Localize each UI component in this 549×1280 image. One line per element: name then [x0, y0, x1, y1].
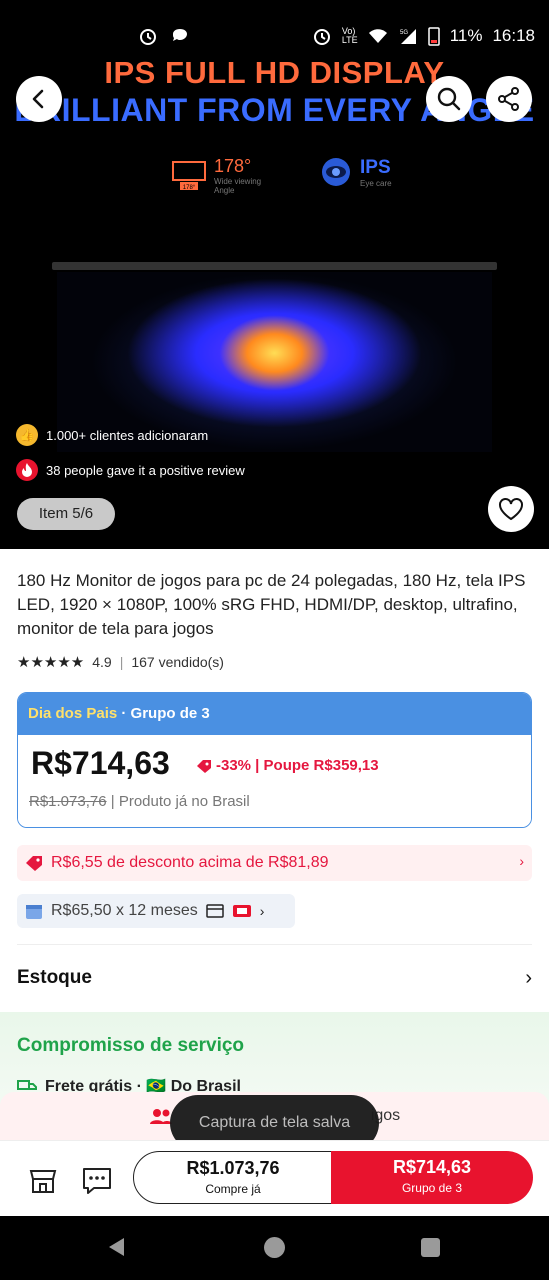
buy-now-label: Compre já [205, 1182, 261, 1196]
group-buy-label: Grupo de 3 [401, 1181, 463, 1195]
buy-now-price: R$1.073,76 [186, 1158, 280, 1178]
coupon-text: R$6,55 de desconto acima de R$81,89 [51, 854, 329, 871]
nav-back-button[interactable] [106, 1236, 128, 1258]
rating-value: 4.9 [92, 654, 112, 670]
status-right: Vo) LTE 5G 11% 16:18 [312, 26, 535, 46]
group-size: Grupo de 3 [130, 705, 210, 722]
store-icon [29, 1170, 57, 1193]
rating-row[interactable]: ★★★★★ 4.9 | 167 vendido(s) [17, 653, 224, 671]
flame-icon [16, 459, 38, 481]
current-price: R$714,63 [31, 745, 170, 781]
installments-row[interactable]: R$65,50 x 12 meses › [17, 894, 295, 928]
spec-viewing-angle: 178° 178° Wide viewing Angle [172, 156, 274, 195]
system-navigation-bar [0, 1216, 549, 1280]
store-button[interactable] [26, 1163, 60, 1197]
rating-separator: | [119, 654, 124, 670]
wishlist-button[interactable] [488, 486, 534, 532]
chevron-left-icon [32, 89, 44, 109]
group-buy-button[interactable]: R$714,63 Grupo de 3 [331, 1151, 533, 1204]
buy-now-button[interactable]: R$1.073,76 Compre já [133, 1151, 333, 1204]
back-triangle-icon [109, 1238, 124, 1256]
chat-button[interactable] [80, 1163, 114, 1197]
payment-wallet-icon [232, 905, 251, 917]
share-button[interactable] [486, 76, 532, 122]
discount-badge: -33% | Poupe R$359,13 [196, 757, 379, 774]
image-counter: Item 5/6 [17, 498, 115, 530]
app-notification-icon [170, 26, 190, 46]
signal-icon: 5G [398, 26, 418, 46]
price-body: R$714,63 -33% | Poupe R$359,13 R$1.073,7… [18, 735, 531, 827]
wifi-icon [368, 26, 388, 46]
nav-recents-button[interactable] [421, 1238, 440, 1257]
discount-text: -33% | Poupe R$359,13 [216, 757, 379, 774]
stock-row[interactable]: Estoque › [17, 962, 532, 994]
share-icon [498, 87, 519, 111]
installments-text: R$65,50 x 12 meses [51, 902, 198, 919]
service-title: Compromisso de serviço [17, 1035, 245, 1056]
group-buy-price: R$714,63 [392, 1157, 472, 1177]
nav-home-button[interactable] [264, 1237, 285, 1258]
coupon-row[interactable]: R$6,55 de desconto acima de R$81,89 › [17, 845, 532, 881]
chevron-right-icon: › [519, 853, 524, 869]
promo-name: Dia dos Pais [28, 705, 118, 722]
spec-ips: IPS Eye care [320, 156, 392, 188]
social-proof-added: 👍 1.000+ clientes adicionaram [16, 422, 208, 448]
alarm-icon [138, 26, 158, 46]
spec-angle-caption: Wide viewing Angle [214, 177, 262, 195]
calendar-icon [26, 905, 42, 919]
promo-separator: · [121, 705, 127, 722]
heart-icon [499, 498, 523, 521]
social-proof-reviews: 38 people gave it a positive review [16, 457, 245, 483]
price-card: Dia dos Pais · Grupo de 3 R$714,63 -33% … [17, 692, 532, 828]
monitor-bezel [52, 262, 497, 270]
tag-icon [197, 759, 211, 773]
back-button[interactable] [16, 76, 62, 122]
thumbs-up-icon: 👍 [16, 424, 38, 446]
product-title: 180 Hz Monitor de jogos para pc de 24 po… [17, 571, 526, 638]
spec-angle-value: 178° [214, 156, 252, 176]
search-button[interactable] [426, 76, 472, 122]
spec-ips-value: IPS [360, 156, 391, 178]
viewing-angle-icon: 178° [172, 160, 206, 191]
promo-header: Dia dos Pais · Grupo de 3 [18, 693, 531, 735]
original-price-line: R$1.073,76 | Produto já no Brasil [29, 793, 250, 810]
star-rating-icon: ★★★★★ [17, 654, 85, 671]
chevron-right-icon: › [259, 903, 265, 919]
social-proof-reviews-text: 38 people gave it a positive review [46, 462, 245, 478]
alarm-icon [312, 26, 332, 46]
card-icon [206, 904, 224, 918]
origin-note: | Produto já no Brasil [110, 793, 250, 810]
bottom-action-bar: R$1.073,76 Compre já R$714,63 Grupo de 3 [0, 1140, 549, 1216]
status-left [138, 26, 190, 46]
product-image-gallery[interactable]: Vo) LTE 5G 11% 16:18 IPS FULL HD DISPLAY … [0, 0, 549, 549]
coupon-tag-icon [26, 856, 42, 871]
battery-percent: 11% [449, 26, 483, 45]
svg-text:5G: 5G [400, 30, 408, 36]
chat-icon [83, 1168, 111, 1194]
spec-ips-caption: Eye care [360, 178, 392, 188]
svg-text:178°: 178° [183, 185, 196, 191]
chevron-right-icon: › [525, 966, 532, 989]
eye-icon [322, 158, 350, 186]
social-proof-added-text: 1.000+ clientes adicionaram [46, 427, 209, 443]
divider [17, 944, 532, 945]
stock-label: Estoque [17, 967, 92, 988]
volte-icon: Vo) LTE [341, 26, 358, 45]
original-price: R$1.073,76 [29, 793, 107, 810]
sold-count: 167 vendido(s) [131, 654, 224, 670]
search-icon [437, 87, 461, 111]
battery-icon [427, 26, 440, 46]
clock: 16:18 [492, 26, 535, 45]
